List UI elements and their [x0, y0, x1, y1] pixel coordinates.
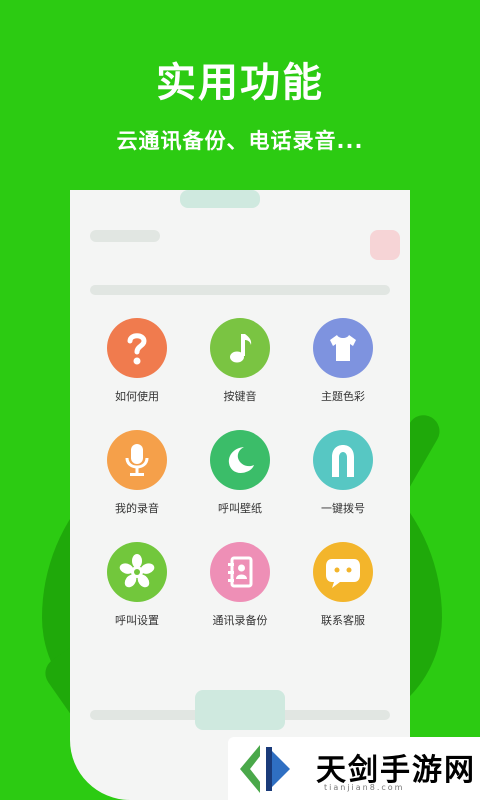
page-title: 实用功能: [156, 60, 324, 106]
feature-label: 联系客服: [321, 614, 365, 627]
feature-label: 按键音: [223, 390, 257, 403]
contacts-book-icon: [210, 542, 270, 602]
blurred-element: [90, 230, 160, 242]
moon-icon: [210, 430, 270, 490]
chat-bubble-icon: [313, 542, 373, 602]
arch-icon: [313, 430, 373, 490]
asterisk-icon: [107, 542, 167, 602]
sword-logo-icon: [240, 745, 290, 793]
feature-label: 主题色彩: [321, 390, 365, 403]
feature-contact-support[interactable]: 联系客服: [288, 542, 398, 628]
feature-label: 通讯录备份: [212, 614, 268, 627]
feature-one-key-dial[interactable]: 一键拨号: [288, 430, 398, 516]
blurred-element: [90, 285, 390, 295]
question-icon: [107, 318, 167, 378]
feature-my-recordings[interactable]: 我的录音: [82, 430, 192, 516]
blurred-element: [180, 190, 260, 208]
feature-label: 呼叫壁纸: [218, 502, 262, 515]
watermark-badge: 天剑手游网 tianjian8.com: [228, 737, 480, 800]
feature-label: 我的录音: [115, 502, 159, 515]
feature-how-to-use[interactable]: 如何使用: [82, 318, 192, 404]
feature-label: 如何使用: [115, 390, 159, 403]
feature-contacts-backup[interactable]: 通讯录备份: [185, 542, 295, 628]
feature-call-settings[interactable]: 呼叫设置: [82, 542, 192, 628]
microphone-icon: [107, 430, 167, 490]
page-subtitle: 云通讯备份、电话录音...: [116, 129, 364, 153]
music-note-icon: [210, 318, 270, 378]
blurred-element: [195, 690, 285, 730]
watermark-subtext: tianjian8.com: [324, 783, 405, 792]
blurred-element: [370, 230, 400, 260]
feature-label: 呼叫设置: [115, 614, 159, 627]
feature-call-wallpaper[interactable]: 呼叫壁纸: [185, 430, 295, 516]
phone-screen-panel: 如何使用 按键音 主题色彩 我的录音 呼叫壁纸 一键拨号 呼叫设置 通讯录备份 …: [70, 190, 410, 800]
feature-theme-color[interactable]: 主题色彩: [288, 318, 398, 404]
tshirt-icon: [313, 318, 373, 378]
feature-key-tone[interactable]: 按键音: [185, 318, 295, 404]
feature-label: 一键拨号: [321, 502, 365, 515]
